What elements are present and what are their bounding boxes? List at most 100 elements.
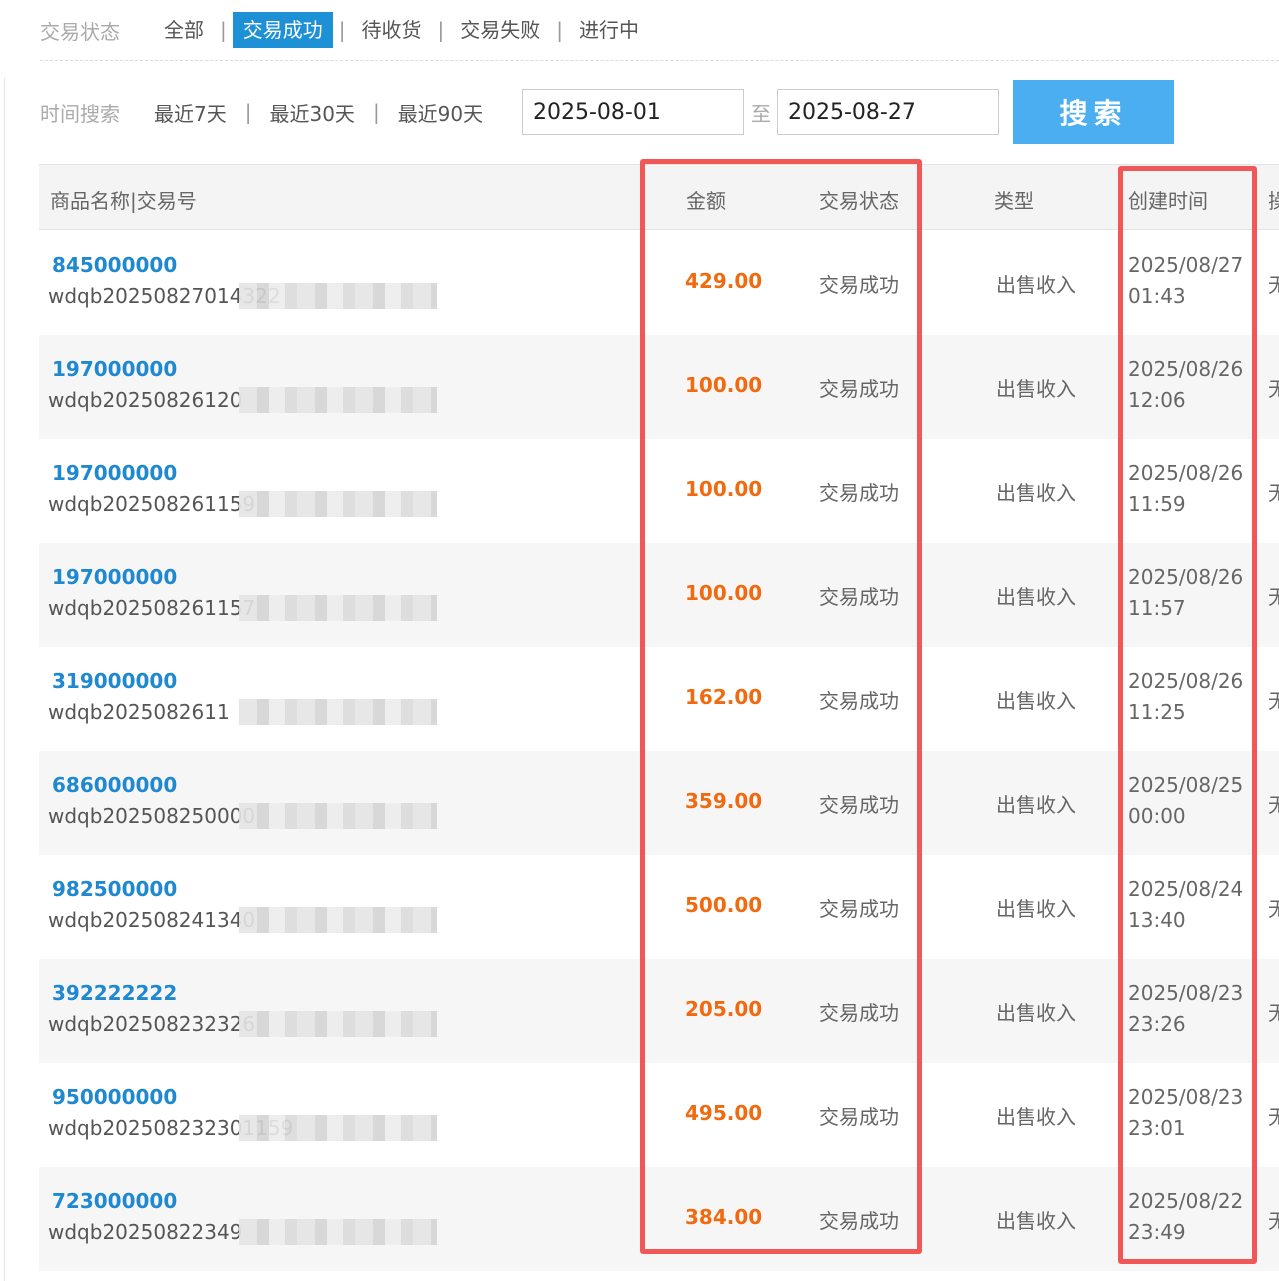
header-status: 交易状态: [819, 189, 899, 213]
status-option-failed[interactable]: 交易失败: [450, 12, 550, 48]
separator: |: [372, 100, 380, 124]
time-option-30-days[interactable]: 最近30天: [269, 98, 354, 127]
table-header: 商品名称|交易号 金额 交易状态 类型 创建时间 操: [39, 164, 1279, 230]
created-date: 2025/08/26: [1128, 565, 1244, 589]
created-date: 2025/08/23: [1128, 981, 1244, 1005]
product-id-link[interactable]: 950000000: [52, 1085, 177, 1109]
created-date: 2025/08/27: [1128, 253, 1244, 277]
created-time: 13:40: [1128, 908, 1186, 932]
product-id-link[interactable]: 392222222: [52, 981, 177, 1005]
product-id-link[interactable]: 845000000: [52, 253, 177, 277]
transaction-type: 出售收入: [996, 793, 1076, 817]
product-id-link[interactable]: 319000000: [52, 669, 177, 693]
amount-value: 500.00: [685, 893, 763, 917]
product-id-link[interactable]: 197000000: [52, 565, 177, 589]
transaction-status: 交易成功: [819, 1001, 899, 1025]
separator: |: [437, 18, 445, 42]
redacted-mosaic: [239, 1115, 437, 1141]
product-id-link[interactable]: 686000000: [52, 773, 177, 797]
transaction-type: 出售收入: [996, 377, 1076, 401]
amount-value: 359.00: [685, 789, 763, 813]
table-row: 197000000 wdqb202508261159 100.00 交易成功 出售收入 2…: [39, 439, 1279, 543]
time-option-90-days[interactable]: 最近90天: [398, 98, 483, 127]
redacted-mosaic: [239, 907, 437, 933]
product-id-link[interactable]: 197000000: [52, 461, 177, 485]
filter-divider: [40, 60, 1279, 61]
transaction-number: wdqb202508250000: [48, 804, 256, 828]
redacted-mosaic: [239, 1011, 437, 1037]
transaction-status: 交易成功: [819, 1105, 899, 1129]
created-date: 2025/08/22: [1128, 1189, 1244, 1213]
table-row: 723000000 wdqb20250822349 384.00 交易成功 出售收入 20…: [39, 1167, 1279, 1271]
created-time: 23:01: [1128, 1116, 1186, 1140]
status-option-all[interactable]: 全部: [154, 12, 214, 48]
status-option-pending-receipt[interactable]: 待收货: [352, 12, 432, 48]
table-row: 982500000 wdqb202508241340 500.00 交易成功 出售收入 2…: [39, 855, 1279, 959]
product-id-link[interactable]: 723000000: [52, 1189, 177, 1213]
redacted-mosaic: [239, 803, 437, 829]
transaction-status: 交易成功: [819, 481, 899, 505]
action-cell: 无: [1268, 689, 1279, 713]
transaction-status: 交易成功: [819, 897, 899, 921]
header-amount: 金额: [686, 189, 726, 213]
product-id-link[interactable]: 982500000: [52, 877, 177, 901]
table-row: 319000000 wdqb2025082611 162.00 交易成功 出售收入 202…: [39, 647, 1279, 751]
redacted-mosaic: [239, 699, 437, 725]
amount-value: 495.00: [685, 1101, 763, 1125]
transaction-type: 出售收入: [996, 1209, 1076, 1233]
transaction-status: 交易成功: [819, 377, 899, 401]
amount-value: 100.00: [685, 477, 763, 501]
time-option-7-days[interactable]: 最近7天: [154, 98, 227, 127]
product-id-link[interactable]: 197000000: [52, 357, 177, 381]
transaction-type: 出售收入: [996, 585, 1076, 609]
header-action: 操: [1268, 189, 1279, 213]
header-name: 商品名称|交易号: [50, 189, 197, 213]
table-row: 686000000 wdqb202508250000 359.00 交易成功 出售收入 2…: [39, 751, 1279, 855]
table-row: 197000000 wdqb20250826120 100.00 交易成功 出售收入 20…: [39, 335, 1279, 439]
transaction-number: wdqb202508241340: [48, 908, 256, 932]
created-time: 12:06: [1128, 388, 1186, 412]
table-row: 392222222 wdqb202508232326 205.00 交易成功 出售收入 2…: [39, 959, 1279, 1063]
created-time: 00:00: [1128, 804, 1186, 828]
table-row: 197000000 wdqb202508261157 100.00 交易成功 出售收入 2…: [39, 543, 1279, 647]
table-row: 845000000 wdqb20250827014322 429.00 交易成功 出售收…: [39, 231, 1279, 335]
search-button[interactable]: 搜索: [1013, 80, 1174, 144]
transaction-type: 出售收入: [996, 481, 1076, 505]
time-filter-bar: 时间搜索 最近7天 | 最近30天 | 最近90天: [40, 80, 483, 144]
transaction-status: 交易成功: [819, 1209, 899, 1233]
redacted-mosaic: [239, 1219, 437, 1245]
action-cell: 无: [1268, 1105, 1279, 1129]
transaction-type: 出售收入: [996, 897, 1076, 921]
created-date: 2025/08/26: [1128, 669, 1244, 693]
action-cell: 无: [1268, 897, 1279, 921]
amount-value: 100.00: [685, 581, 763, 605]
transaction-type: 出售收入: [996, 1105, 1076, 1129]
transaction-number: wdqb202508232326: [48, 1012, 256, 1036]
separator: |: [556, 18, 563, 42]
status-option-success[interactable]: 交易成功: [232, 12, 333, 48]
transaction-status: 交易成功: [819, 585, 899, 609]
created-time: 01:43: [1128, 284, 1186, 308]
date-from-input[interactable]: [522, 89, 744, 135]
action-cell: 无: [1268, 585, 1279, 609]
amount-value: 205.00: [685, 997, 763, 1021]
amount-value: 162.00: [685, 685, 763, 709]
transaction-status: 交易成功: [819, 273, 899, 297]
created-date: 2025/08/25: [1128, 773, 1244, 797]
status-option-in-progress[interactable]: 进行中: [569, 12, 649, 48]
transaction-number: wdqb2025082611: [48, 700, 230, 724]
transaction-number: wdqb20250826120: [48, 388, 243, 412]
action-cell: 无: [1268, 1001, 1279, 1025]
date-to-input[interactable]: [777, 89, 999, 135]
time-filter-label: 时间搜索: [40, 101, 120, 126]
separator: |: [338, 18, 346, 42]
action-cell: 无: [1268, 793, 1279, 817]
created-date: 2025/08/24: [1128, 877, 1244, 901]
separator: |: [220, 18, 227, 42]
header-type: 类型: [994, 189, 1034, 213]
redacted-mosaic: [239, 595, 437, 621]
transaction-number: wdqb20250822349: [48, 1220, 243, 1244]
created-time: 11:57: [1128, 596, 1186, 620]
created-date: 2025/08/26: [1128, 357, 1244, 381]
left-divider: [4, 78, 5, 1281]
